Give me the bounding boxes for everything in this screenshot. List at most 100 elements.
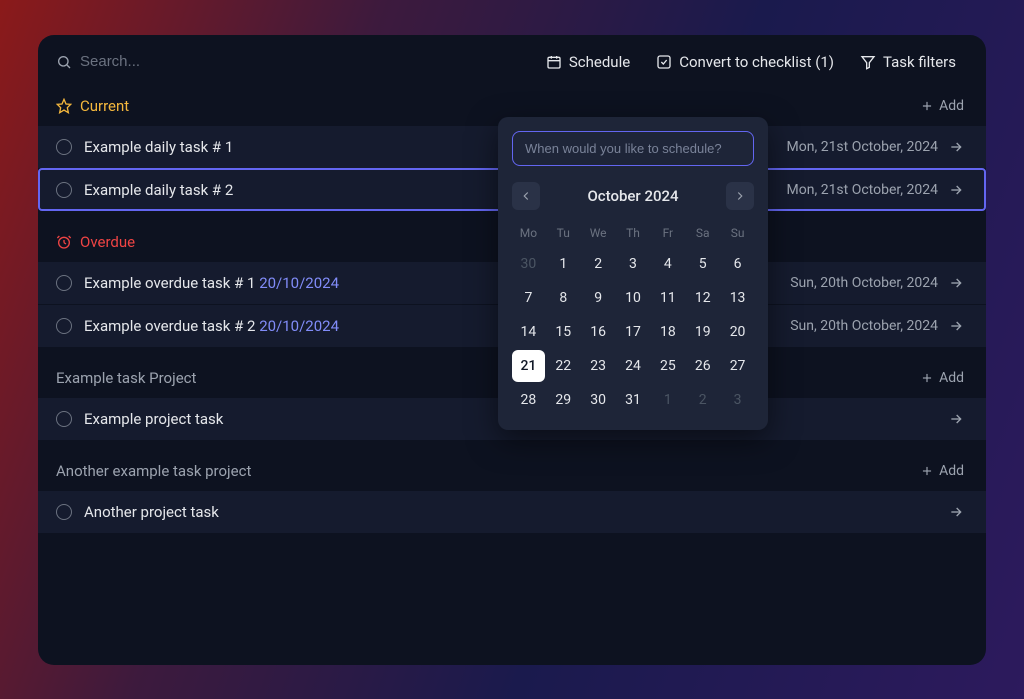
task-checkbox[interactable] — [56, 139, 72, 155]
arrow-right-icon[interactable] — [948, 411, 964, 427]
alarm-icon — [56, 234, 72, 250]
calendar-day[interactable]: 3 — [617, 248, 650, 280]
calendar-day[interactable]: 9 — [582, 282, 615, 314]
calendar-grid: MoTuWeThFrSaSu30123456789101112131415161… — [512, 220, 754, 416]
calendar-day[interactable]: 1 — [547, 248, 580, 280]
calendar-day[interactable]: 19 — [686, 316, 719, 348]
task-filters-button[interactable]: Task filters — [852, 49, 964, 75]
arrow-right-icon[interactable] — [948, 504, 964, 520]
schedule-label: Schedule — [569, 53, 630, 71]
convert-to-checklist-button[interactable]: Convert to checklist (1) — [648, 49, 842, 75]
task-checkbox[interactable] — [56, 318, 72, 334]
calendar-weekday: Mo — [512, 220, 545, 246]
calendar-day[interactable]: 27 — [721, 350, 754, 382]
calendar-weekday: Sa — [686, 220, 719, 246]
arrow-right-icon[interactable] — [948, 275, 964, 291]
add-label: Add — [939, 98, 964, 114]
toolbar: Schedule Convert to checklist (1) Task f… — [38, 35, 986, 83]
star-icon — [56, 98, 72, 114]
calendar-day[interactable]: 22 — [547, 350, 580, 382]
calendar-day[interactable]: 20 — [721, 316, 754, 348]
section-header-project2: Another example task project Add — [38, 440, 986, 490]
calendar-day[interactable]: 30 — [582, 384, 615, 416]
task-date: Mon, 21st October, 2024 — [787, 139, 938, 155]
search-input[interactable] — [80, 53, 280, 70]
calendar-day[interactable]: 26 — [686, 350, 719, 382]
filter-icon — [860, 54, 876, 70]
calendar-day[interactable]: 2 — [582, 248, 615, 280]
task-date: Sun, 20th October, 2024 — [790, 318, 938, 334]
convert-label: Convert to checklist (1) — [679, 53, 834, 71]
calendar-day[interactable]: 2 — [686, 384, 719, 416]
arrow-right-icon[interactable] — [948, 318, 964, 334]
calendar-weekday: Fr — [651, 220, 684, 246]
calendar-day[interactable]: 17 — [617, 316, 650, 348]
calendar-day[interactable]: 30 — [512, 248, 545, 280]
calendar-day[interactable]: 28 — [512, 384, 545, 416]
calendar-day[interactable]: 14 — [512, 316, 545, 348]
calendar-day[interactable]: 23 — [582, 350, 615, 382]
plus-icon — [920, 371, 934, 385]
app-window: Schedule Convert to checklist (1) Task f… — [38, 35, 986, 665]
arrow-right-icon[interactable] — [948, 182, 964, 198]
calendar-day[interactable]: 29 — [547, 384, 580, 416]
schedule-date-input[interactable] — [512, 131, 754, 166]
schedule-button[interactable]: Schedule — [538, 49, 638, 75]
calendar-day[interactable]: 12 — [686, 282, 719, 314]
task-inline-date: 20/10/2024 — [259, 274, 339, 292]
task-checkbox[interactable] — [56, 275, 72, 291]
calendar-day[interactable]: 16 — [582, 316, 615, 348]
plus-icon — [920, 464, 934, 478]
search — [56, 53, 528, 70]
calendar-day[interactable]: 11 — [651, 282, 684, 314]
calendar-day[interactable]: 8 — [547, 282, 580, 314]
calendar-day[interactable]: 3 — [721, 384, 754, 416]
section-label: Another example task project — [56, 462, 251, 480]
calendar-month-label: October 2024 — [587, 187, 678, 205]
calendar-day[interactable]: 25 — [651, 350, 684, 382]
task-checkbox[interactable] — [56, 504, 72, 520]
calendar-weekday: Su — [721, 220, 754, 246]
add-button-project2[interactable]: Add — [920, 463, 964, 479]
calendar-day[interactable]: 5 — [686, 248, 719, 280]
task-checkbox[interactable] — [56, 411, 72, 427]
calendar-prev-button[interactable] — [512, 182, 540, 210]
task-date: Mon, 21st October, 2024 — [787, 182, 938, 198]
calendar-next-button[interactable] — [726, 182, 754, 210]
section-label: Example task Project — [56, 369, 196, 387]
section-label: Current — [80, 97, 129, 115]
calendar-day[interactable]: 18 — [651, 316, 684, 348]
calendar-day[interactable]: 15 — [547, 316, 580, 348]
calendar-day[interactable]: 1 — [651, 384, 684, 416]
task-title-text: Example overdue task # 1 — [84, 274, 259, 292]
task-title-text: Example overdue task # 2 — [84, 317, 259, 335]
arrow-right-icon[interactable] — [948, 139, 964, 155]
section-title-overdue: Overdue — [56, 233, 135, 251]
calendar-day[interactable]: 4 — [651, 248, 684, 280]
add-button-project1[interactable]: Add — [920, 370, 964, 386]
section-title-project2: Another example task project — [56, 462, 251, 480]
task-inline-date: 20/10/2024 — [259, 317, 339, 335]
calendar-day[interactable]: 24 — [617, 350, 650, 382]
chevron-right-icon — [733, 189, 747, 203]
calendar-day[interactable]: 10 — [617, 282, 650, 314]
calendar-day[interactable]: 13 — [721, 282, 754, 314]
checklist-icon — [656, 54, 672, 70]
section-title-project1: Example task Project — [56, 369, 196, 387]
plus-icon — [920, 99, 934, 113]
task-title: Another project task — [84, 503, 948, 521]
calendar-day[interactable]: 6 — [721, 248, 754, 280]
calendar-day[interactable]: 21 — [512, 350, 545, 382]
calendar-header: October 2024 — [512, 182, 754, 210]
filters-label: Task filters — [883, 53, 956, 71]
schedule-popover: October 2024 MoTuWeThFrSaSu3012345678910… — [498, 117, 768, 430]
calendar-weekday: Th — [617, 220, 650, 246]
task-date: Sun, 20th October, 2024 — [790, 275, 938, 291]
search-icon — [56, 54, 72, 70]
add-button-current[interactable]: Add — [920, 98, 964, 114]
chevron-left-icon — [519, 189, 533, 203]
task-row[interactable]: Another project task — [38, 490, 986, 533]
calendar-day[interactable]: 7 — [512, 282, 545, 314]
calendar-day[interactable]: 31 — [617, 384, 650, 416]
task-checkbox[interactable] — [56, 182, 72, 198]
